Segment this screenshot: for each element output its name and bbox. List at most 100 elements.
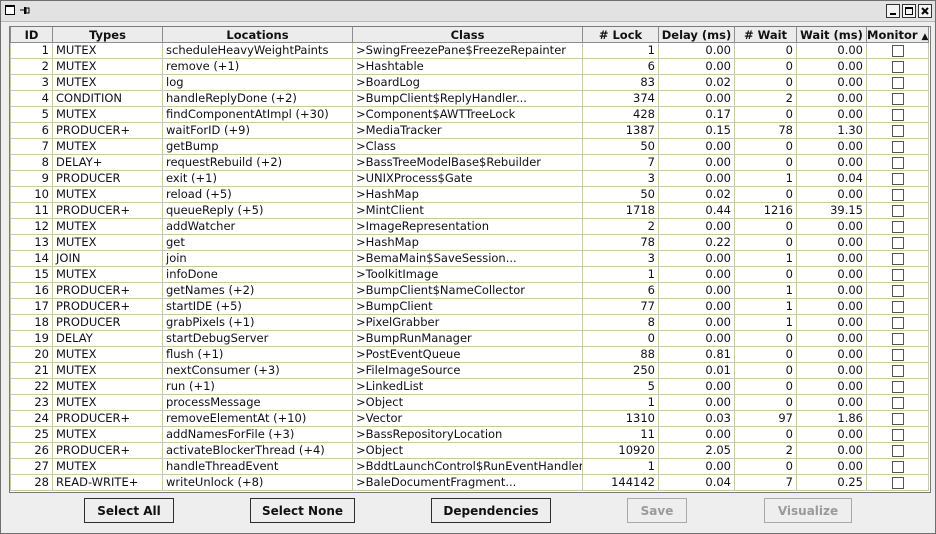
column-header-locations[interactable]: Locations — [162, 27, 353, 43]
cell-lock-count: 3 — [582, 170, 659, 187]
dependencies-button[interactable]: Dependencies — [431, 498, 551, 523]
monitor-checkbox[interactable] — [891, 220, 904, 233]
minimize-button[interactable] — [886, 4, 900, 18]
cell-location: getBump — [162, 138, 353, 155]
column-header-class[interactable]: Class — [352, 27, 583, 43]
cell-wait-ms: 0.00 — [796, 426, 867, 443]
table-row[interactable]: 16 PRODUCER+ getNames (+2) >BumpClient$Name… — [10, 282, 929, 299]
cell-wait-count: 0 — [734, 330, 797, 347]
monitor-checkbox[interactable] — [891, 172, 904, 185]
monitor-checkbox[interactable] — [891, 412, 904, 425]
monitor-checkbox[interactable] — [891, 396, 904, 409]
cell-delay: 0.00 — [658, 298, 735, 315]
table-row[interactable]: 7 MUTEX getBump >Class 50 0.00 0 0.00 — [10, 138, 929, 155]
cell-type: JOIN — [52, 250, 163, 267]
column-header-lock-count[interactable]: # Lock — [582, 27, 659, 43]
maximize-button[interactable] — [902, 4, 916, 18]
monitor-checkbox[interactable] — [891, 428, 904, 441]
monitor-checkbox[interactable] — [891, 460, 904, 473]
cell-wait-ms: 0.00 — [796, 250, 867, 267]
monitor-checkbox[interactable] — [891, 332, 904, 345]
table-row[interactable]: 21 MUTEX nextConsumer (+3) >FileImageSource… — [10, 362, 929, 379]
monitor-checkbox[interactable] — [891, 236, 904, 249]
pin-icon[interactable] — [19, 5, 30, 16]
table-row[interactable]: 12 MUTEX addWatcher >ImageRepresentation 2 0.… — [10, 218, 929, 235]
monitor-checkbox[interactable] — [891, 316, 904, 329]
table-row[interactable]: 8 DELAY+ requestRebuild (+2) >BassTreeModel… — [10, 154, 929, 171]
cell-type: READ-WRITE+ — [52, 474, 163, 491]
cell-delay: 0.00 — [658, 282, 735, 299]
cell-wait-ms: 0.00 — [796, 442, 867, 459]
cell-wait-count: 0 — [734, 362, 797, 379]
visualize-button[interactable]: Visualize — [764, 498, 852, 523]
table-row[interactable]: 20 MUTEX flush (+1) >PostEventQueue 88 0.81 0 0… — [10, 346, 929, 363]
table-row[interactable]: 1 MUTEX scheduleHeavyWeightPaints >SwingFre… — [10, 42, 929, 59]
cell-lock-count: 7 — [582, 154, 659, 171]
column-header-types[interactable]: Types — [52, 27, 163, 43]
cell-location: handleThreadEvent — [162, 458, 353, 475]
monitor-checkbox[interactable] — [891, 60, 904, 73]
table-row[interactable]: 27 MUTEX handleThreadEvent >BddtLaunchContr… — [10, 458, 929, 475]
table-row[interactable]: 14 JOIN join >BemaMain$SaveSession... 3 0.00 1… — [10, 250, 929, 267]
monitor-checkbox[interactable] — [891, 156, 904, 169]
close-button[interactable] — [918, 4, 932, 18]
monitor-checkbox[interactable] — [891, 204, 904, 217]
monitor-checkbox[interactable] — [891, 444, 904, 457]
select-all-button[interactable]: Select All — [84, 498, 174, 523]
window-menu-icon[interactable] — [5, 5, 15, 15]
table-row[interactable]: 5 MUTEX findComponentAtImpl (+30) >Componen… — [10, 106, 929, 123]
table-row[interactable]: 25 MUTEX addNamesForFile (+3) >BassReposito… — [10, 426, 929, 443]
column-header-delay[interactable]: Delay (ms) — [658, 27, 735, 43]
cell-wait-ms: 0.00 — [796, 298, 867, 315]
monitor-checkbox[interactable] — [891, 92, 904, 105]
table-row[interactable]: 28 READ-WRITE+ writeUnlock (+8) >BaleDocume… — [10, 474, 929, 491]
monitor-checkbox[interactable] — [891, 268, 904, 281]
cell-location: startIDE (+5) — [162, 298, 353, 315]
monitor-checkbox[interactable] — [891, 140, 904, 153]
table-row[interactable]: 9 PRODUCER exit (+1) >UNIXProcess$Gate 3 0.00… — [10, 170, 929, 187]
table-row[interactable]: 19 DELAY startDebugServer >BumpRunManager 0 0… — [10, 330, 929, 347]
table-row[interactable]: 6 PRODUCER+ waitForID (+9) >MediaTracker 138… — [10, 122, 929, 139]
monitor-checkbox[interactable] — [891, 124, 904, 137]
table-row[interactable]: 13 MUTEX get >HashMap 78 0.22 0 0.00 — [10, 234, 929, 251]
monitor-checkbox[interactable] — [891, 188, 904, 201]
cell-wait-ms: 0.00 — [796, 458, 867, 475]
cell-wait-ms: 0.04 — [796, 170, 867, 187]
monitor-checkbox[interactable] — [891, 284, 904, 297]
table-row[interactable]: 24 PRODUCER+ removeElementAt (+10) >Vector 1… — [10, 410, 929, 427]
table-row[interactable]: 17 PRODUCER+ startIDE (+5) >BumpClient 77 0.0… — [10, 298, 929, 315]
table-row[interactable]: 4 CONDITION handleReplyDone (+2) >BumpClien… — [10, 90, 929, 107]
cell-class: >Object — [352, 442, 583, 459]
table-row[interactable]: 26 PRODUCER+ activateBlockerThread (+4) >Ob… — [10, 442, 929, 459]
table-row[interactable]: 3 MUTEX log >BoardLog 83 0.02 0 0.00 — [10, 74, 929, 91]
table-row[interactable]: 2 MUTEX remove (+1) >Hashtable 6 0.00 0 0.00 — [10, 58, 929, 75]
column-header-id[interactable]: ID — [10, 27, 53, 43]
cell-id: 24 — [10, 410, 53, 427]
select-none-button[interactable]: Select None — [250, 498, 355, 523]
cell-location: reload (+5) — [162, 186, 353, 203]
table-row[interactable]: 11 PRODUCER+ queueReply (+5) >MintClient 171… — [10, 202, 929, 219]
monitor-checkbox[interactable] — [891, 348, 904, 361]
column-header-wait-count[interactable]: # Wait — [734, 27, 797, 43]
monitor-checkbox[interactable] — [891, 108, 904, 121]
monitor-checkbox[interactable] — [891, 476, 904, 489]
cell-location: get — [162, 234, 353, 251]
monitor-checkbox[interactable] — [891, 364, 904, 377]
monitor-checkbox[interactable] — [891, 300, 904, 313]
save-button[interactable]: Save — [627, 498, 687, 523]
table-row[interactable]: 23 MUTEX processMessage >Object 1 0.00 0 0.00 — [10, 394, 929, 411]
cell-class: >ToolkitImage — [352, 266, 583, 283]
table-row[interactable]: 10 MUTEX reload (+5) >HashMap 50 0.02 0 0.00 — [10, 186, 929, 203]
cell-monitor — [866, 394, 929, 411]
column-header-monitor[interactable]: Monitor ▲ — [866, 27, 929, 43]
table-row[interactable]: 18 PRODUCER grabPixels (+1) >PixelGrabber 8 0… — [10, 314, 929, 331]
monitor-checkbox[interactable] — [891, 44, 904, 57]
cell-lock-count: 77 — [582, 298, 659, 315]
monitor-checkbox[interactable] — [891, 76, 904, 89]
column-header-wait-ms[interactable]: Wait (ms) — [796, 27, 867, 43]
table-row[interactable]: 22 MUTEX run (+1) >LinkedList 5 0.00 0 0.00 — [10, 378, 929, 395]
monitor-checkbox[interactable] — [891, 252, 904, 265]
monitor-checkbox[interactable] — [891, 380, 904, 393]
table-row[interactable]: 15 MUTEX infoDone >ToolkitImage 1 0.00 0 0.00 — [10, 266, 929, 283]
cell-delay: 0.00 — [658, 90, 735, 107]
